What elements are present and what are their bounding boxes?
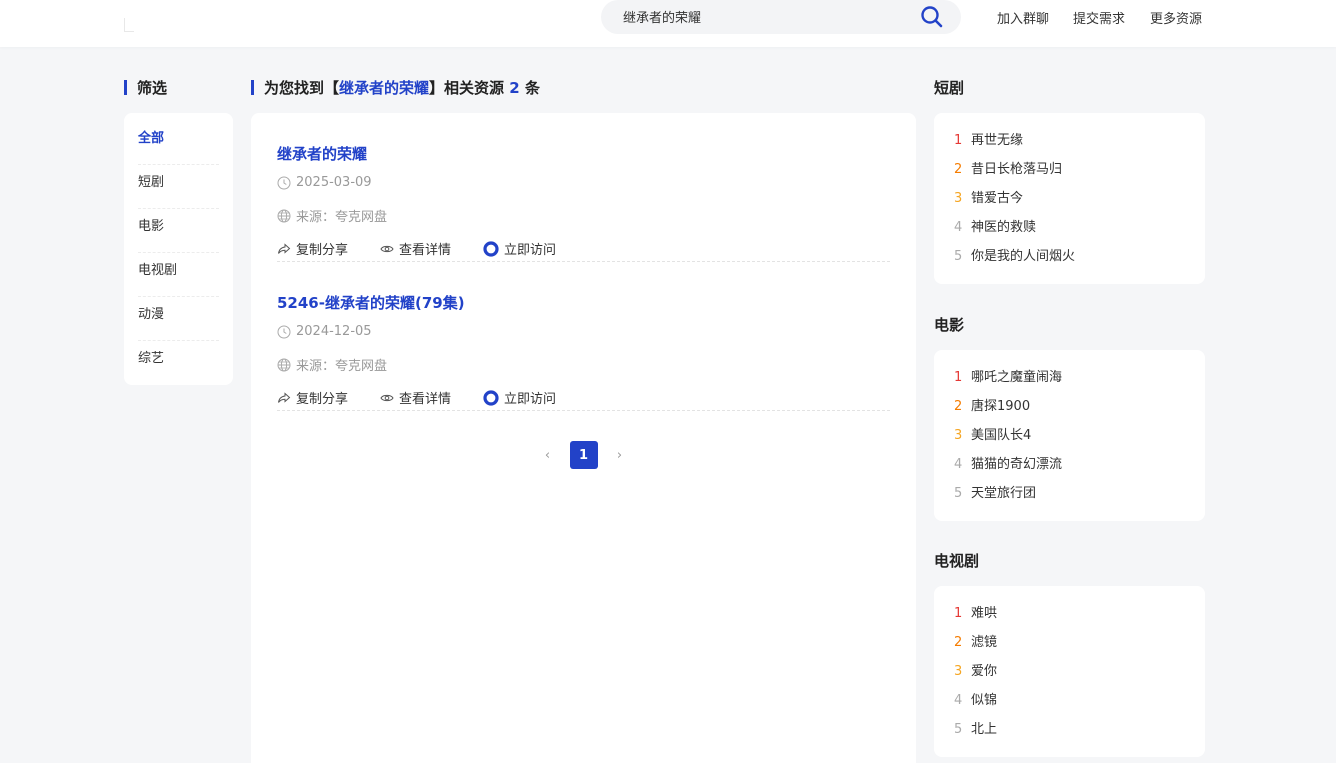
rank-title-short-drama: 短剧 [934, 79, 965, 97]
filter-item-variety[interactable]: 综艺 [138, 341, 219, 385]
rank-number: 5 [954, 486, 963, 501]
logo[interactable] [124, 18, 164, 38]
rank-item[interactable]: 4 猫猫的奇幻漂流 [954, 450, 1185, 479]
rank-title-movie: 电影 [934, 316, 965, 334]
filter-item-short-drama[interactable]: 短剧 [138, 165, 219, 209]
result-title[interactable]: 继承者的荣耀 [277, 143, 367, 164]
rank-number: 2 [954, 162, 963, 177]
filter-item-tv-series[interactable]: 电视剧 [138, 253, 219, 297]
visit-now-button[interactable]: 立即访问 [483, 239, 556, 258]
record-icon [483, 389, 499, 406]
filter-item-anime[interactable]: 动漫 [138, 297, 219, 341]
view-details-button[interactable]: 查看详情 [380, 239, 451, 258]
record-icon [483, 240, 499, 257]
rank-number: 1 [954, 606, 963, 621]
pagination: ‹ 1 › [277, 441, 890, 469]
rank-list-movie: 1 哪吒之魔童闹海 2 唐探1900 3 美国队长4 4 猫猫的奇幻漂流 5 天堂旅行团 [934, 350, 1205, 521]
nav-more-resources[interactable]: 更多资源 [1150, 8, 1202, 27]
search-input[interactable] [623, 9, 903, 24]
rank-number: 1 [954, 370, 963, 385]
rank-item[interactable]: 3 错爱古今 [954, 184, 1185, 213]
search-bar [601, 0, 961, 34]
rank-item[interactable]: 5 北上 [954, 715, 1185, 744]
rank-number: 4 [954, 220, 963, 235]
eye-icon [380, 245, 394, 252]
rank-item[interactable]: 1 难哄 [954, 599, 1185, 628]
eye-icon [380, 394, 394, 401]
rank-item[interactable]: 5 你是我的人间烟火 [954, 242, 1185, 271]
title-accent-bar [251, 80, 254, 95]
result-source: 来源：夸克网盘 [277, 355, 387, 374]
search-button[interactable] [919, 4, 945, 30]
result-source: 来源：夸克网盘 [277, 206, 387, 225]
rank-number: 2 [954, 399, 963, 414]
title-accent-bar [124, 80, 127, 95]
prev-page-button[interactable]: ‹ [540, 448, 556, 463]
rank-item[interactable]: 1 再世无缘 [954, 126, 1185, 155]
rank-item[interactable]: 2 唐探1900 [954, 392, 1185, 421]
filter-item-all[interactable]: 全部 [138, 121, 219, 165]
rank-list-short-drama: 1 再世无缘 2 昔日长枪落马归 3 错爱古今 4 神医的救赎 5 你是我的人间烟火 [934, 113, 1205, 284]
rank-number: 5 [954, 249, 963, 264]
nav-submit-request[interactable]: 提交需求 [1073, 8, 1125, 27]
share-arrow-icon [278, 242, 291, 254]
rank-number: 3 [954, 191, 963, 206]
copy-share-button[interactable]: 复制分享 [277, 239, 348, 258]
result-item: 继承者的荣耀 2025-03-09 来源：夸克网盘 复制分享 查看详情 立即访问 [277, 113, 890, 262]
globe-icon [277, 358, 291, 371]
rank-list-tv-series: 1 难哄 2 滤镜 3 爱你 4 似锦 5 北上 [934, 586, 1205, 757]
rank-number: 2 [954, 635, 963, 650]
rank-number: 4 [954, 457, 963, 472]
copy-share-button[interactable]: 复制分享 [277, 388, 348, 407]
rank-number: 5 [954, 722, 963, 737]
results-title: 为您找到【继承者的荣耀】相关资源 2 条 [251, 77, 540, 98]
result-actions: 复制分享 查看详情 立即访问 [277, 239, 588, 258]
page-number-button[interactable]: 1 [569, 441, 598, 469]
result-date: 2025-03-09 [277, 175, 372, 190]
nav-join-group[interactable]: 加入群聊 [997, 8, 1049, 27]
next-page-button[interactable]: › [612, 448, 628, 463]
rank-item[interactable]: 2 昔日长枪落马归 [954, 155, 1185, 184]
rank-number: 1 [954, 133, 963, 148]
rank-title-tv-series: 电视剧 [934, 552, 980, 570]
top-header: 加入群聊 提交需求 更多资源 [0, 0, 1336, 47]
share-arrow-icon [278, 391, 291, 403]
clock-icon [277, 176, 291, 189]
filter-list: 全部 短剧 电影 电视剧 动漫 综艺 [124, 113, 233, 385]
rank-item[interactable]: 3 美国队长4 [954, 421, 1185, 450]
clock-icon [277, 325, 291, 338]
rank-item[interactable]: 2 滤镜 [954, 628, 1185, 657]
rank-number: 3 [954, 664, 963, 679]
filter-title: 筛选 [124, 77, 167, 98]
rank-item[interactable]: 1 哪吒之魔童闹海 [954, 363, 1185, 392]
search-icon [921, 6, 943, 28]
result-actions: 复制分享 查看详情 立即访问 [277, 388, 588, 407]
rank-item[interactable]: 5 天堂旅行团 [954, 479, 1185, 508]
view-details-button[interactable]: 查看详情 [380, 388, 451, 407]
rank-number: 4 [954, 693, 963, 708]
results-query: 继承者的荣耀 [339, 79, 430, 97]
result-item: 5246-继承者的荣耀(79集) 2024-12-05 来源：夸克网盘 复制分享… [277, 262, 890, 411]
filter-item-movie[interactable]: 电影 [138, 209, 219, 253]
rank-item[interactable]: 3 爱你 [954, 657, 1185, 686]
rank-number: 3 [954, 428, 963, 443]
rank-item[interactable]: 4 似锦 [954, 686, 1185, 715]
results-panel: 继承者的荣耀 2025-03-09 来源：夸克网盘 复制分享 查看详情 立即访问 [251, 113, 916, 763]
result-date: 2024-12-05 [277, 324, 372, 339]
rank-item[interactable]: 4 神医的救赎 [954, 213, 1185, 242]
results-count: 2 [509, 79, 520, 97]
visit-now-button[interactable]: 立即访问 [483, 388, 556, 407]
globe-icon [277, 209, 291, 222]
result-title[interactable]: 5246-继承者的荣耀(79集) [277, 292, 465, 313]
